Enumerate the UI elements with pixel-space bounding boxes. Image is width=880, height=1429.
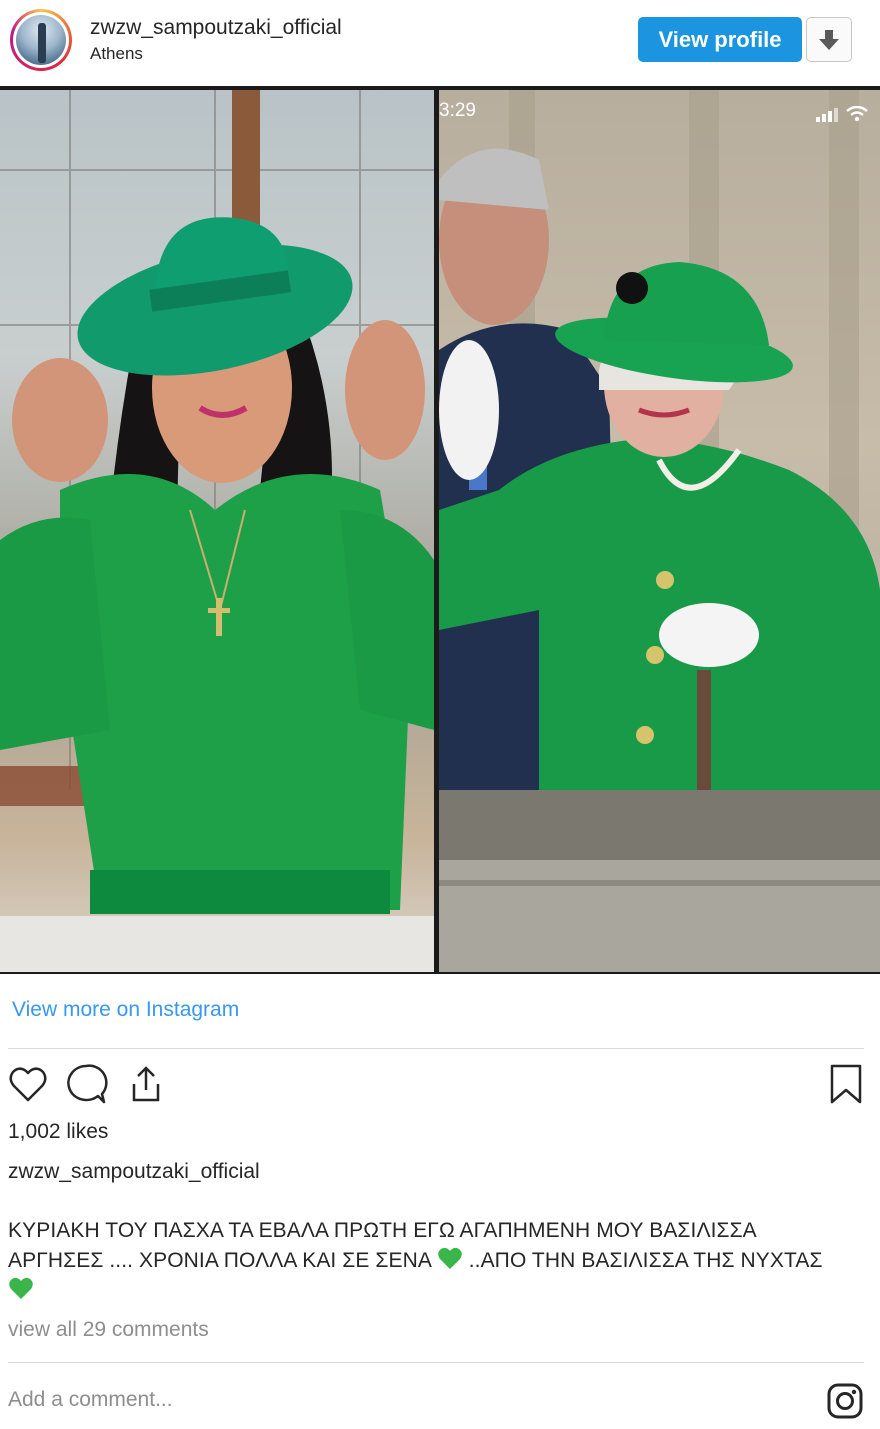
header-location[interactable]: Athens [90,44,143,64]
divider [8,1362,864,1363]
post-photo[interactable]: 3:29 [0,86,880,974]
avatar-image [16,15,66,65]
avatar-frame [13,12,69,68]
status-icons [815,105,868,127]
left-photo-illustration [0,90,434,972]
photo-left-panel [0,90,434,972]
avatar[interactable] [10,9,72,71]
photo-right-panel: 3:29 [439,90,880,972]
wifi-icon [846,105,868,122]
likes-count[interactable]: 1,002 likes [8,1120,108,1144]
header-username[interactable]: zwzw_sampoutzaki_official [90,16,342,40]
green-heart-icon [9,1277,33,1299]
caption-username[interactable]: zwzw_sampoutzaki_official [8,1160,260,1184]
view-more-link[interactable]: View more on Instagram [12,998,239,1022]
green-heart-icon [437,1247,462,1269]
caption-line [8,1276,868,1306]
instagram-logo-icon[interactable] [826,1382,864,1420]
divider [8,1048,864,1049]
caption-line: ΚΥΡΙΑΚΗ ΤΟΥ ΠΑΣΧΑ ΤΑ ΕΒΑΛΑ ΠΡΩΤΗ ΕΓΩ ΑΓΑ… [8,1219,757,1242]
caption-segment: ΑΡΓΗΣΕΣ .... ΧΡΟΝΙΑ ΠΟΛΛΑ ΚΑΙ ΣΕ ΣΕΝΑ [8,1249,431,1272]
signal-icon [815,108,838,122]
download-button[interactable] [806,17,852,62]
post-header: zwzw_sampoutzaki_official Athens View pr… [0,0,880,86]
download-arrow-icon [819,29,839,50]
heart-icon[interactable] [6,1062,50,1106]
status-time: 3:29 [439,100,476,121]
add-comment-input[interactable]: Add a comment... [8,1388,173,1412]
share-icon[interactable] [124,1062,168,1106]
comment-icon[interactable] [64,1062,108,1106]
caption-line: ΑΡΓΗΣΕΣ .... ΧΡΟΝΙΑ ΠΟΛΛΑ ΚΑΙ ΣΕ ΣΕΝΑ ..… [8,1246,868,1276]
view-comments-link[interactable]: view all 29 comments [8,1318,209,1342]
caption-segment: ..ΑΠΟ ΤΗΝ ΒΑΣΙΛΙΣΣΑ ΤΗΣ ΝΥΧΤΑΣ [468,1249,823,1272]
right-photo-illustration [439,90,880,972]
action-bar [6,1062,866,1106]
view-profile-button[interactable]: View profile [638,17,802,62]
caption-text: ΚΥΡΙΑΚΗ ΤΟΥ ΠΑΣΧΑ ΤΑ ΕΒΑΛΑ ΠΡΩΤΗ ΕΓΩ ΑΓΑ… [8,1216,868,1306]
bookmark-icon[interactable] [826,1062,866,1106]
